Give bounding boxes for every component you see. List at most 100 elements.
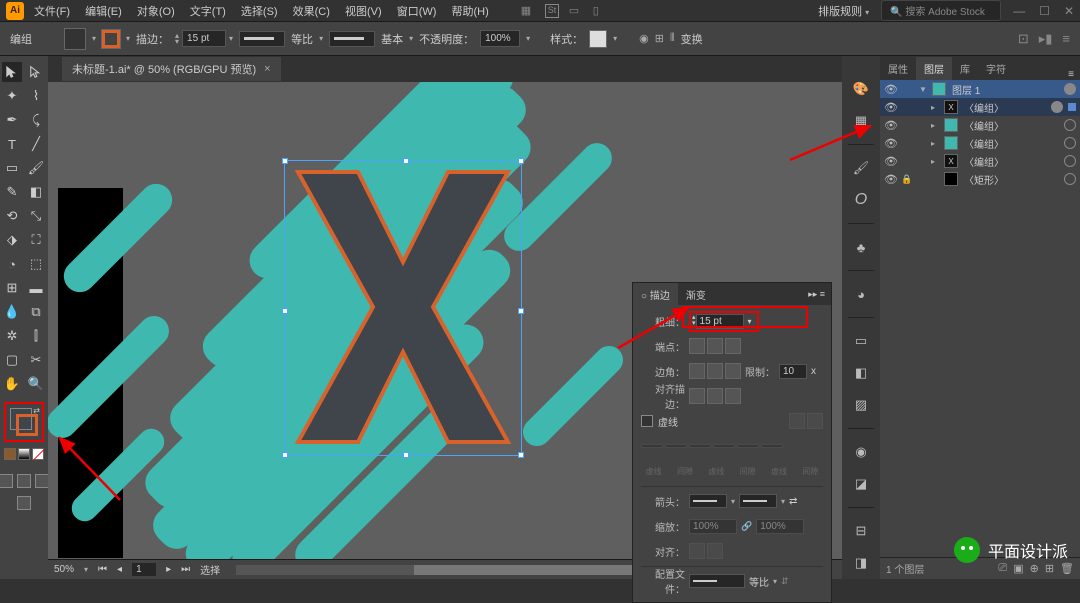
profile-dropdown-preview[interactable] bbox=[689, 574, 745, 588]
appearance-panel-icon[interactable]: ◉ bbox=[850, 441, 872, 463]
stroke-caret-icon[interactable]: ▾ bbox=[126, 34, 130, 43]
type-o-icon[interactable]: O bbox=[850, 189, 872, 211]
lasso-tool[interactable]: ⌇ bbox=[26, 86, 46, 106]
brush-preview[interactable] bbox=[329, 31, 375, 47]
visibility-toggle[interactable]: 👁 bbox=[884, 101, 898, 114]
arrow-end-dropdown[interactable] bbox=[739, 494, 777, 508]
lock-toggle[interactable]: 🔒 bbox=[901, 174, 913, 185]
fill-swatch[interactable] bbox=[64, 28, 86, 50]
panel-menu-icon[interactable]: ≡ bbox=[1062, 69, 1080, 80]
join-round-button[interactable] bbox=[707, 363, 723, 379]
transparency-panel-icon[interactable]: ▨ bbox=[850, 394, 872, 416]
menu-effect[interactable]: 效果(C) bbox=[293, 6, 330, 18]
stroke-panel-tab-gradient[interactable]: 渐变 bbox=[678, 283, 714, 306]
shape-builder-tool[interactable]: ◔ bbox=[2, 254, 22, 274]
cap-projecting-button[interactable] bbox=[725, 338, 741, 354]
color-mode-solid[interactable] bbox=[4, 448, 16, 460]
visibility-toggle[interactable]: 👁 bbox=[884, 83, 898, 96]
menu-help[interactable]: 帮助(H) bbox=[452, 6, 489, 18]
align-center-button[interactable] bbox=[689, 388, 705, 404]
join-bevel-button[interactable] bbox=[725, 363, 741, 379]
x-letter-path[interactable] bbox=[288, 162, 518, 452]
isolate-icon[interactable]: ⊡ bbox=[1018, 31, 1029, 47]
align-inside-button[interactable] bbox=[707, 388, 723, 404]
stroke-swatch[interactable] bbox=[102, 30, 120, 48]
close-button[interactable]: ✕ bbox=[1064, 4, 1074, 18]
tab-libraries[interactable]: 库 bbox=[952, 57, 978, 80]
graphic-styles-icon[interactable]: ◪ bbox=[850, 473, 872, 495]
layer-row[interactable]: 👁🔒〈矩形〉 bbox=[880, 170, 1080, 188]
blend-tool[interactable]: ⧉ bbox=[26, 302, 46, 322]
menu-file[interactable]: 文件(F) bbox=[34, 6, 70, 18]
rotate-tool[interactable]: ⟲ bbox=[2, 206, 22, 226]
stroke-weight-input[interactable]: 15 pt bbox=[182, 30, 226, 47]
swap-colors-icon[interactable]: ⇄ bbox=[33, 406, 40, 415]
visibility-toggle[interactable]: 👁 bbox=[884, 155, 898, 168]
magic-wand-tool[interactable]: ✦ bbox=[2, 86, 22, 106]
search-stock-input[interactable]: 🔍 搜索 Adobe Stock bbox=[881, 0, 1001, 21]
layer-row[interactable]: 👁▼图层 1 bbox=[880, 80, 1080, 98]
scale-tool[interactable]: ⤡ bbox=[26, 206, 46, 226]
layer-name[interactable]: 〈编组〉 bbox=[961, 154, 1061, 169]
align-icon[interactable]: ⊞ bbox=[655, 32, 664, 45]
graph-tool[interactable]: ⫿ bbox=[26, 326, 46, 346]
pen-tool[interactable]: ✒ bbox=[2, 110, 22, 130]
arrange-icon[interactable]: ▭ bbox=[569, 4, 583, 18]
new-sublayer-icon[interactable]: ⊕ bbox=[1030, 562, 1039, 575]
menu-edit[interactable]: 编辑(E) bbox=[85, 6, 122, 18]
selection-tool[interactable] bbox=[2, 62, 22, 82]
color-mode-none[interactable] bbox=[32, 448, 44, 460]
eyedropper-tool[interactable]: 💧 bbox=[2, 302, 22, 322]
join-miter-button[interactable] bbox=[689, 363, 705, 379]
layer-row[interactable]: 👁▸〈编组〉 bbox=[880, 134, 1080, 152]
style-swatch[interactable] bbox=[589, 30, 607, 48]
expand-toggle[interactable]: ▼ bbox=[919, 85, 929, 94]
target-icon[interactable] bbox=[1064, 83, 1076, 95]
stroke-profile-preview[interactable] bbox=[239, 31, 285, 47]
panel-toggle-icon[interactable]: ▸▮ bbox=[1039, 31, 1053, 47]
target-icon[interactable] bbox=[1064, 173, 1076, 185]
tab-layers[interactable]: 图层 bbox=[916, 57, 952, 80]
target-icon[interactable] bbox=[1064, 119, 1076, 131]
symbol-sprayer-tool[interactable]: ✲ bbox=[2, 326, 22, 346]
swap-arrows-icon[interactable]: ⇄ bbox=[789, 496, 797, 507]
artboard-nav-next[interactable]: ▸ bbox=[166, 564, 171, 575]
pathfinder-icon[interactable]: ◨ bbox=[850, 552, 872, 574]
curvature-tool[interactable]: ⤹ bbox=[26, 110, 46, 130]
symbols-panel-icon[interactable]: ♣ bbox=[850, 236, 872, 258]
transform-label[interactable]: 变换 bbox=[681, 31, 703, 47]
panel-collapse-icon[interactable]: ▸▸ ≡ bbox=[802, 289, 831, 300]
visibility-toggle[interactable]: 👁 bbox=[884, 137, 898, 150]
new-layer-icon[interactable]: ⊞ bbox=[1045, 562, 1054, 575]
stock-icon[interactable]: St bbox=[545, 4, 559, 18]
stroke-panel[interactable]: ○ 描边 渐变 ▸▸ ≡ 粗细： ▴▾ 15 pt ▾ 端点： 边角： bbox=[632, 282, 832, 603]
gradient-panel-icon[interactable]: ◧ bbox=[850, 362, 872, 384]
free-transform-tool[interactable]: ⛶ bbox=[26, 230, 46, 250]
layer-name[interactable]: 〈矩形〉 bbox=[961, 172, 1061, 187]
flip-along-icon[interactable]: ⇵ bbox=[781, 576, 789, 587]
arrange2-icon[interactable]: ▯ bbox=[593, 4, 607, 18]
shaper-tool[interactable]: ✎ bbox=[2, 182, 22, 202]
expand-toggle[interactable]: ▸ bbox=[931, 139, 941, 148]
screen-mode-icon[interactable] bbox=[17, 496, 31, 510]
swatches-panel-icon[interactable]: ▦ bbox=[850, 110, 872, 132]
direct-selection-tool[interactable] bbox=[26, 62, 46, 82]
paintbrush-tool[interactable]: 🖌 bbox=[26, 158, 46, 178]
opacity-input[interactable]: 100% bbox=[480, 30, 520, 47]
stroke-proxy[interactable] bbox=[16, 414, 38, 436]
layer-name[interactable]: 〈编组〉 bbox=[961, 100, 1048, 115]
panel-menu-icon[interactable]: ≡ bbox=[1062, 31, 1070, 46]
brushes-panel-icon[interactable]: 🖌 bbox=[850, 157, 872, 179]
expand-toggle[interactable]: ▸ bbox=[931, 121, 941, 130]
eraser-tool[interactable]: ◧ bbox=[26, 182, 46, 202]
dashed-checkbox[interactable] bbox=[641, 415, 653, 427]
layout-rules-dropdown[interactable]: 排版规则 ▾ bbox=[818, 3, 869, 19]
target-icon[interactable] bbox=[1064, 137, 1076, 149]
locate-object-icon[interactable]: ⎚ bbox=[998, 562, 1007, 575]
align-outside-button[interactable] bbox=[725, 388, 741, 404]
make-clipping-icon[interactable]: ▣ bbox=[1013, 562, 1023, 575]
menu-view[interactable]: 视图(V) bbox=[345, 6, 382, 18]
miter-limit-field[interactable]: 10 bbox=[779, 364, 807, 379]
recolor-icon[interactable]: ◉ bbox=[639, 32, 649, 45]
layer-row[interactable]: 👁▸X〈编组〉 bbox=[880, 98, 1080, 116]
